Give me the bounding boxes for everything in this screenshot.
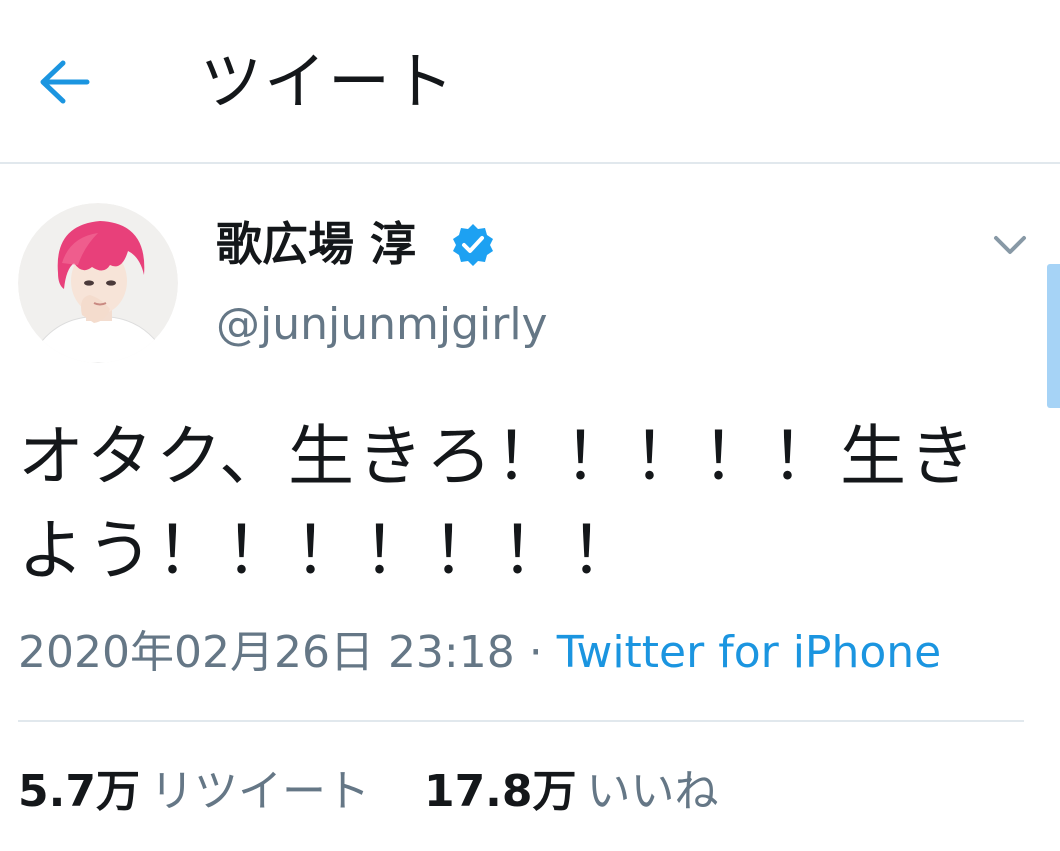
likes-count: 17.8万 — [423, 766, 577, 817]
scrollbar-thumb[interactable] — [1047, 264, 1060, 408]
arrow-left-icon — [40, 60, 90, 104]
likes-stat[interactable]: 17.8万 いいね — [424, 760, 719, 824]
page-title: ツイート — [200, 45, 457, 118]
chevron-down-icon[interactable] — [988, 226, 1032, 266]
author-name[interactable]: 歌広場 淳 — [216, 214, 416, 274]
tweet-meta: 2020年02月26日 23:18 · Twitter for iPhone — [18, 620, 941, 686]
tweet-detail-screen: ツイート 歌広場 淳 @junjunmjgirly オタク、生きろ！！！！！生き… — [0, 0, 1060, 851]
verified-badge-icon — [453, 224, 493, 266]
retweets-count: 5.7万 — [18, 766, 140, 817]
back-button[interactable] — [28, 46, 100, 118]
author-handle[interactable]: @junjunmjgirly — [216, 296, 548, 354]
top-bar: ツイート — [0, 0, 1060, 164]
divider — [18, 720, 1024, 722]
tweet-stats: 5.7万 リツイート 17.8万 いいね — [18, 760, 719, 824]
likes-label: いいね — [586, 766, 719, 817]
retweets-label: リツイート — [149, 766, 370, 817]
retweets-stat[interactable]: 5.7万 リツイート — [18, 760, 370, 824]
tweet-source-link[interactable]: Twitter for iPhone — [557, 627, 941, 678]
meta-separator: · — [528, 627, 543, 678]
tweet-text: オタク、生きろ！！！！！生きよう！！！！！！！ — [18, 418, 979, 589]
avatar[interactable] — [18, 203, 178, 363]
tweet-timestamp[interactable]: 2020年02月26日 23:18 — [18, 627, 515, 678]
